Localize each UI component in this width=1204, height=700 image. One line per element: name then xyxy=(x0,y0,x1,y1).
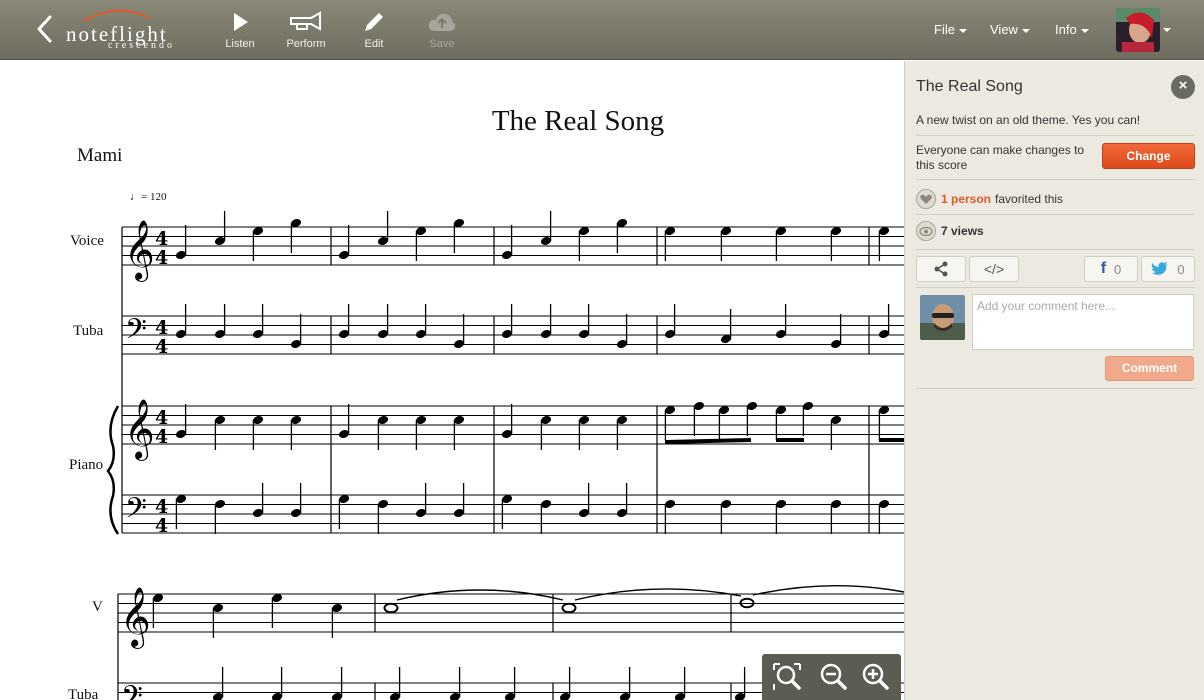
score-info-panel: The Real Song × A new twist on an old th… xyxy=(904,61,1204,700)
permission-text: Everyone can make changes to this score xyxy=(916,143,1085,172)
zoom-out-button[interactable] xyxy=(816,660,850,694)
views-count: 7 views xyxy=(941,224,984,238)
perform-label: Perform xyxy=(286,38,326,50)
facebook-share-button[interactable]: f 0 xyxy=(1084,256,1138,282)
bass-clef-icon: 𝄢 xyxy=(125,313,147,353)
zoom-in-button[interactable] xyxy=(858,660,892,694)
chevron-down-icon xyxy=(1080,28,1089,33)
divider xyxy=(916,388,1195,389)
treble-clef-icon: 𝄞 xyxy=(124,399,155,461)
listen-label: Listen xyxy=(225,38,255,50)
views-row: 7 views xyxy=(916,221,988,241)
divider xyxy=(916,135,1195,136)
score-description: A new twist on an old theme. Yes you can… xyxy=(916,113,1141,127)
listen-button[interactable]: Listen xyxy=(210,8,270,56)
view-menu[interactable]: View xyxy=(990,22,1030,37)
time-signature-bottom: 4 xyxy=(155,515,168,537)
comment-input[interactable] xyxy=(972,294,1194,350)
piano-brace xyxy=(106,405,120,535)
facebook-icon: f xyxy=(1100,260,1107,277)
score-canvas[interactable]: The Real Song Mami ♩= 120 Voice Tuba Pia… xyxy=(0,61,904,700)
time-signature-bottom: 4 xyxy=(155,426,168,448)
heart-icon[interactable] xyxy=(916,189,936,209)
panel-title: The Real Song xyxy=(916,78,1023,95)
divider xyxy=(916,249,1195,250)
divider xyxy=(916,287,1195,288)
divider xyxy=(916,214,1195,215)
share-button[interactable] xyxy=(916,256,966,282)
toolbar: noteflight crescendo Listen Perform Edit… xyxy=(0,0,1204,60)
favorites-count-link[interactable]: 1 person xyxy=(941,192,991,206)
info-menu[interactable]: Info xyxy=(1055,22,1089,37)
bass-clef-icon: 𝄢 xyxy=(121,680,143,700)
horn-icon xyxy=(276,8,336,36)
save-label: Save xyxy=(429,38,455,50)
file-menu[interactable]: File xyxy=(934,22,967,37)
zoom-fit-icon xyxy=(773,663,801,690)
cloud-upload-icon xyxy=(412,8,472,36)
play-icon xyxy=(210,8,270,36)
zoom-fit-button[interactable] xyxy=(770,660,804,694)
zoom-in-icon xyxy=(862,663,889,690)
treble-clef-icon: 𝄞 xyxy=(124,220,155,282)
comment-button[interactable]: Comment xyxy=(1105,356,1194,381)
treble-clef-icon: 𝄞 xyxy=(120,587,151,649)
bass-clef-icon: 𝄢 xyxy=(125,492,147,532)
edit-button[interactable]: Edit xyxy=(344,8,404,56)
facebook-count: 0 xyxy=(1114,261,1122,277)
divider xyxy=(916,179,1195,180)
chevron-down-icon[interactable] xyxy=(1163,28,1171,32)
whole-note xyxy=(383,602,399,614)
close-icon[interactable]: × xyxy=(1171,75,1195,99)
share-icon xyxy=(934,261,948,277)
tie xyxy=(396,589,564,601)
twitter-share-button[interactable]: 0 xyxy=(1141,256,1195,282)
logo-subtitle: crescendo xyxy=(108,40,175,51)
twitter-count: 0 xyxy=(1177,261,1185,277)
pencil-icon xyxy=(344,8,404,36)
twitter-icon xyxy=(1152,262,1169,275)
favorites-text: favorited this xyxy=(995,192,1064,206)
commenter-avatar xyxy=(920,295,965,340)
change-permission-button[interactable]: Change xyxy=(1102,143,1195,169)
chevron-down-icon xyxy=(958,28,967,33)
beam xyxy=(664,438,752,444)
save-button[interactable]: Save xyxy=(412,8,472,56)
zoom-controls xyxy=(762,654,901,700)
whole-note xyxy=(561,602,577,614)
embed-button[interactable]: </> xyxy=(969,256,1019,282)
logo-arc-icon xyxy=(83,9,151,22)
favorites-row: 1 person favorited this xyxy=(916,189,1063,209)
back-icon[interactable] xyxy=(32,14,60,44)
zoom-out-icon xyxy=(820,663,847,690)
eye-icon xyxy=(916,221,936,241)
app-logo[interactable]: noteflight crescendo xyxy=(66,8,186,52)
music-notation: 𝄞𝄢𝄞𝄢44444444𝄞𝄢 xyxy=(106,211,904,700)
chevron-down-icon xyxy=(1021,28,1030,33)
time-signature-bottom: 4 xyxy=(155,247,168,269)
edit-label: Edit xyxy=(364,38,384,50)
perform-button[interactable]: Perform xyxy=(276,8,336,56)
time-signature-bottom: 4 xyxy=(155,336,168,358)
user-avatar[interactable] xyxy=(1116,8,1160,52)
